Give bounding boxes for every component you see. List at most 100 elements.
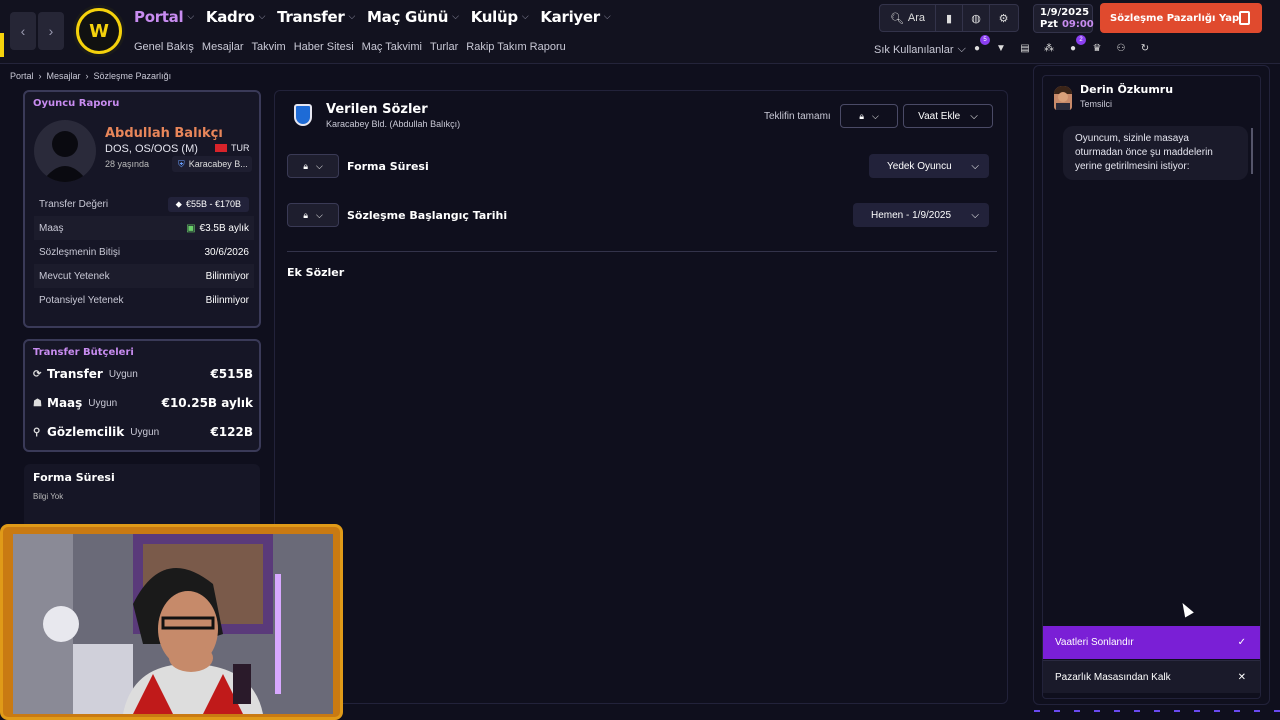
chat-scrollbar[interactable] [1251, 128, 1253, 174]
player-avatar[interactable] [34, 120, 96, 182]
chevron-right-icon: › [85, 71, 89, 81]
date-text: 1/9/2025 [1040, 7, 1090, 18]
player-name[interactable]: Abdullah Balıkçı [105, 126, 223, 141]
breadcrumb-portal[interactable]: Portal [10, 71, 34, 81]
menu-mac-gunu[interactable]: Maç Günü ⌵ [367, 8, 459, 26]
submenu-rakip-takim-raporu[interactable]: Rakip Takım Raporu [466, 41, 565, 53]
transfer-budgets-card: Transfer Bütçeleri ⟳ Transfer Uygun €515… [23, 339, 261, 452]
stat-row-wage: Maaş ▣ €3.5B aylık [34, 216, 254, 240]
budgets-title: Transfer Bütçeleri [33, 347, 134, 358]
contract-info-title: Forma Süresi [33, 471, 115, 484]
menu-portal[interactable]: Portal ⌵ [134, 8, 194, 26]
submenu-takvim[interactable]: Takvim [252, 41, 286, 53]
tactics-quick-button[interactable]: ⁂ [1042, 41, 1056, 55]
chevron-down-icon: ⌵ [957, 43, 966, 55]
playing-time-dropdown[interactable]: Yedek Oyuncu ⌵ [869, 154, 989, 178]
budget-row-wage: ☗ Maaş Uygun €10.25B aylık [33, 396, 253, 410]
chevron-down-icon: ⌵ [871, 110, 879, 121]
budget-row-transfer: ⟳ Transfer Uygun €515B [33, 367, 253, 381]
search-button[interactable]: 🔍︎ Ara [880, 5, 936, 31]
menu-kadro[interactable]: Kadro ⌵ [206, 8, 265, 26]
chat-message: Oyuncum, sizinle masaya oturmadan önce ş… [1063, 126, 1248, 180]
wage-icon: ▣ [186, 222, 196, 234]
leave-negotiation-option[interactable]: Pazarlık Masasından Kalk ✕ [1043, 660, 1260, 693]
submenu-haber-sitesi[interactable]: Haber Sitesi [294, 41, 354, 53]
lock-icon: 🔒︎ [303, 209, 308, 220]
player-report-card: Oyuncu Raporu Abdullah Balıkçı DOS, OS/O… [23, 90, 261, 328]
promise-row-label: Sözleşme Başlangıç Tarihi [347, 209, 508, 222]
offer-label: Teklifin tamamı [764, 111, 831, 122]
date-time-display[interactable]: 1/9/2025 Pzt 09:00 [1033, 4, 1094, 33]
club-badge-icon: ⛨ [178, 158, 185, 169]
bookmark-button[interactable]: ▮ [936, 5, 963, 31]
menu-transfer[interactable]: Transfer ⌵ [277, 8, 355, 26]
club-logo[interactable]: W [73, 5, 125, 57]
submenu-mac-takvimi[interactable]: Maç Takvimi [362, 41, 422, 53]
row1-lock-dropdown[interactable]: 🔒︎ ⌵ [287, 154, 339, 178]
search-icon: 🔍︎ [889, 12, 904, 25]
refresh-icon: ↻ [1140, 42, 1150, 54]
divider [287, 251, 997, 252]
scout-quick-button[interactable]: ↻ [1138, 41, 1152, 55]
staff-quick-button[interactable]: ⚇ [1114, 41, 1128, 55]
player-report-title: Oyuncu Raporu [33, 98, 120, 109]
globe-icon: ◍ [971, 12, 981, 25]
transfer-icon: ⟳ [33, 368, 42, 380]
day-text: Pzt [1040, 19, 1058, 30]
extra-promises-label: Ek Sözler [287, 266, 345, 279]
tactics-icon: ⁂ [1044, 42, 1054, 54]
gear-icon: ⚙ [998, 12, 1009, 25]
contract-negotiation-button[interactable]: Sözleşme Pazarlığı Yap [1100, 3, 1262, 33]
chevron-down-icon: ⌵ [970, 110, 978, 122]
trophy-quick-button[interactable]: ♛ [1090, 41, 1104, 55]
offer-lock-dropdown[interactable]: 🔒︎ ⌵ [840, 104, 898, 128]
chat-quick-button[interactable]: ● 5 [970, 35, 990, 55]
promises-panel: Verilen Sözler Karacabey Bld. (Abdullah … [274, 90, 1008, 704]
agent-role: Temsilci [1080, 99, 1113, 109]
back-button[interactable]: ‹ [10, 12, 36, 50]
breadcrumb-current: Sözleşme Pazarlığı [93, 71, 172, 81]
clipboard-quick-button[interactable]: ▤ [1018, 41, 1032, 55]
promises-title: Verilen Sözler [326, 102, 428, 117]
kit-quick-button[interactable]: ▼ [994, 41, 1008, 55]
magnifier-icon: ⚲ [33, 426, 41, 438]
finish-promises-option[interactable]: Vaatleri Sonlandır ✓ [1043, 626, 1260, 659]
menu-kariyer[interactable]: Kariyer ⌵ [540, 8, 610, 26]
player-nationality: TUR [215, 143, 250, 153]
chevron-down-icon: ⌵ [971, 209, 979, 221]
messages-quick-button[interactable]: ● 2 [1066, 35, 1086, 55]
promises-subtitle: Karacabey Bld. (Abdullah Balıkçı) [326, 119, 461, 129]
decorative-line [1034, 710, 1280, 712]
club-shield-icon [294, 104, 312, 126]
favorites-dropdown[interactable]: Sık Kullanılanlar ⌵ [874, 43, 966, 56]
player-club[interactable]: ⛨ Karacabey B... [172, 156, 252, 172]
breadcrumb: Portal › Mesajlar › Sözleşme Pazarlığı [10, 71, 171, 81]
stat-row-potential-ability: Potansiyel Yetenek Bilinmiyor [39, 294, 249, 306]
agent-avatar [1054, 86, 1072, 110]
flag-icon [215, 144, 227, 152]
contract-start-dropdown[interactable]: Hemen - 1/9/2025 ⌵ [853, 203, 989, 227]
forward-button[interactable]: › [38, 12, 64, 50]
submenu-turlar[interactable]: Turlar [430, 41, 458, 53]
add-promise-button[interactable]: Vaat Ekle ⌵ [903, 104, 993, 128]
submenu-mesajlar[interactable]: Mesajlar [202, 41, 244, 53]
submenu-genel-bakis[interactable]: Genel Bakış [134, 41, 194, 53]
check-icon: ✓ [1237, 637, 1246, 648]
settings-button[interactable]: ⚙ [990, 5, 1017, 31]
stat-row-current-ability: Mevcut Yetenek Bilinmiyor [34, 264, 254, 288]
row2-lock-dropdown[interactable]: 🔒︎ ⌵ [287, 203, 339, 227]
chevron-right-icon: › [38, 71, 42, 81]
stat-row-transfer-value: Transfer Değeri ⬥ €55B - €170B [34, 192, 254, 216]
breadcrumb-mesajlar[interactable]: Mesajlar [47, 71, 81, 81]
menu-kulup[interactable]: Kulüp ⌵ [471, 8, 529, 26]
lock-icon: 🔒︎ [303, 160, 308, 171]
chat-icon: ● [973, 42, 981, 54]
quick-icons: ● 5 ▼ ▤ ⁂ ● 2 ♛ ⚇ ↻ [970, 35, 1152, 55]
negotiation-chat-panel: Derin Özkumru Temsilci Oyuncum, sizinle … [1033, 65, 1270, 705]
world-button[interactable]: ◍ [963, 5, 990, 31]
shirt-icon: ▼ [996, 42, 1006, 54]
close-icon: ✕ [1237, 671, 1246, 683]
bookmark-icon: ▮ [945, 12, 953, 25]
tag-icon: ⬥ [175, 198, 182, 209]
promise-row-label: Forma Süresi [347, 160, 429, 173]
